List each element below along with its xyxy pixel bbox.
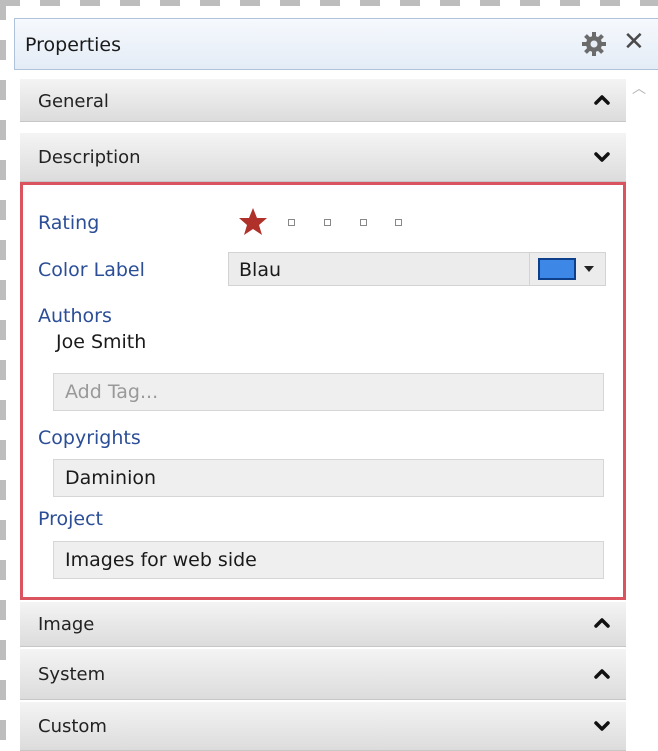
star-empty-icon[interactable] (395, 219, 402, 226)
copyrights-field[interactable]: Daminion (53, 459, 604, 497)
dashed-border-left (0, 0, 10, 751)
section-image-label: Image (38, 614, 95, 635)
panel-titlebar: Properties ✕ (14, 18, 658, 70)
section-custom-header[interactable]: Custom (20, 701, 626, 751)
dropdown-arrow-icon (584, 266, 594, 272)
color-label-value: Blau (239, 259, 281, 281)
section-description-header[interactable]: Description (20, 132, 626, 182)
chevron-up-icon (594, 669, 610, 679)
add-tag-placeholder: Add Tag... (65, 381, 159, 403)
add-tag-input[interactable]: Add Tag... (53, 373, 604, 411)
color-label-select[interactable]: Blau (228, 252, 606, 286)
section-system-header[interactable]: System (20, 648, 626, 700)
section-description-label: Description (38, 147, 141, 168)
authors-label: Authors (38, 305, 112, 327)
star-empty-icon[interactable] (288, 219, 295, 226)
color-swatch (538, 258, 576, 280)
star-empty-icon[interactable] (360, 219, 367, 226)
section-general-header[interactable]: General (20, 78, 626, 122)
color-swatch-dropdown[interactable] (529, 253, 605, 285)
copyrights-label: Copyrights (38, 427, 141, 449)
chevron-up-icon (594, 95, 610, 105)
author-tag[interactable]: Joe Smith (56, 331, 146, 353)
section-system-label: System (38, 664, 106, 685)
close-icon[interactable]: ✕ (623, 28, 645, 56)
chevron-down-icon (594, 721, 610, 731)
properties-scroll-area[interactable]: ︿ General Description Rating Color Label… (20, 70, 658, 751)
gear-icon[interactable] (580, 30, 608, 58)
section-custom-label: Custom (38, 716, 107, 737)
copyrights-value: Daminion (65, 467, 157, 489)
color-label-label: Color Label (38, 259, 145, 281)
project-label: Project (38, 508, 104, 530)
section-image-header[interactable]: Image (20, 601, 626, 647)
properties-panel: Properties ✕ ︿ General Description Ratin… (14, 18, 658, 751)
scroll-up-arrow-icon[interactable]: ︿ (632, 78, 646, 98)
section-general-label: General (38, 91, 109, 112)
chevron-down-icon (594, 152, 610, 162)
panel-title: Properties (25, 34, 122, 56)
chevron-up-icon (594, 618, 610, 628)
star-empty-icon[interactable] (324, 219, 331, 226)
description-section-body: Rating Color Label Blau Authors Joe Smit… (20, 182, 626, 600)
star-filled-icon[interactable] (238, 207, 268, 237)
project-value: Images for web side (65, 549, 257, 571)
project-field[interactable]: Images for web side (53, 541, 604, 579)
rating-label: Rating (38, 212, 100, 234)
dashed-border-top (0, 0, 658, 14)
